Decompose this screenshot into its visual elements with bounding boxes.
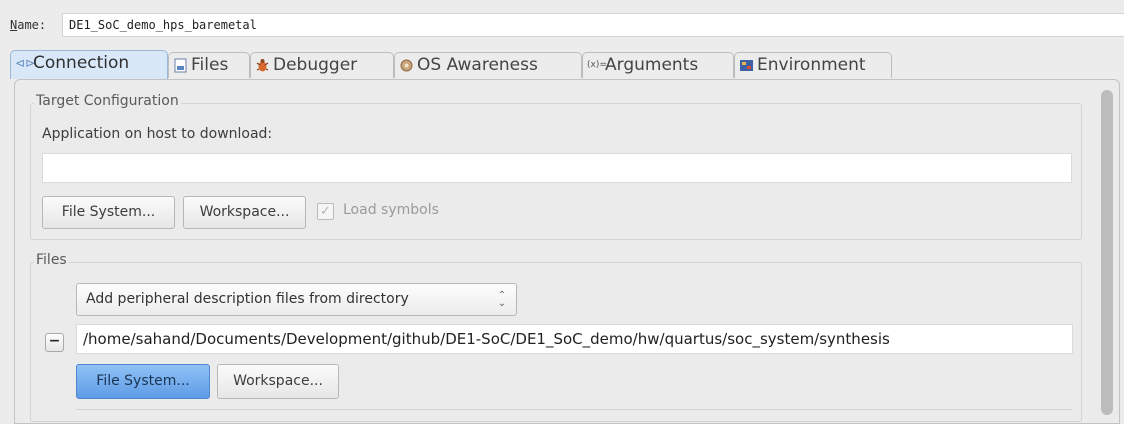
tab-debugger[interactable]: Debugger [250, 52, 394, 78]
tab-files[interactable]: Files [168, 52, 250, 78]
peripheral-files-combo[interactable]: Add peripheral description files from di… [76, 283, 517, 316]
application-label: Application on host to download: [42, 126, 273, 142]
remove-path-button[interactable]: − [45, 333, 64, 352]
combo-value: Add peripheral description files from di… [86, 291, 409, 307]
tab-bar: ⊲⊳ Connection Files Debugger OS Awarenes… [10, 48, 1118, 84]
files-file-system-button[interactable]: File System... [76, 364, 210, 399]
tab-connection[interactable]: ⊲⊳ Connection [10, 50, 168, 79]
target-configuration-title: Target Configuration [34, 93, 181, 109]
directory-path-input[interactable]: /home/sahand/Documents/Development/githu… [76, 324, 1073, 354]
environment-icon [739, 58, 754, 73]
files-workspace-button[interactable]: Workspace... [217, 364, 339, 399]
file-system-button[interactable]: File System... [42, 196, 175, 229]
tab-environment[interactable]: Environment [734, 52, 892, 78]
tab-label: Environment [757, 55, 866, 75]
workspace-button[interactable]: Workspace... [183, 196, 306, 229]
files-icon [173, 58, 188, 73]
load-symbols-checkbox[interactable]: ✓ [317, 203, 334, 220]
tab-label: Connection [33, 53, 130, 73]
debugger-icon [255, 58, 270, 73]
files-group-title: Files [34, 252, 69, 268]
connection-icon: ⊲⊳ [15, 56, 36, 70]
tab-arguments[interactable]: (x)= Arguments [582, 52, 734, 78]
arguments-icon: (x)= [587, 60, 607, 70]
name-row: Name: DE1_SoC_demo_hps_baremetal [0, 0, 1124, 44]
divider [76, 409, 1072, 410]
tab-label: OS Awareness [417, 55, 538, 75]
tab-label: Debugger [273, 55, 358, 75]
os-awareness-icon [399, 58, 414, 73]
scrollbar-thumb[interactable] [1101, 90, 1113, 415]
tab-os-awareness[interactable]: OS Awareness [394, 52, 582, 78]
name-input[interactable]: DE1_SoC_demo_hps_baremetal [62, 13, 1124, 37]
name-label: Name: [10, 18, 47, 32]
application-path-input[interactable] [42, 153, 1072, 183]
tab-label: Arguments [605, 55, 699, 75]
combo-arrows-icon: ⌃ ⌄ [497, 290, 507, 309]
tab-label: Files [191, 55, 229, 75]
load-symbols-label: Load symbols [343, 202, 439, 218]
